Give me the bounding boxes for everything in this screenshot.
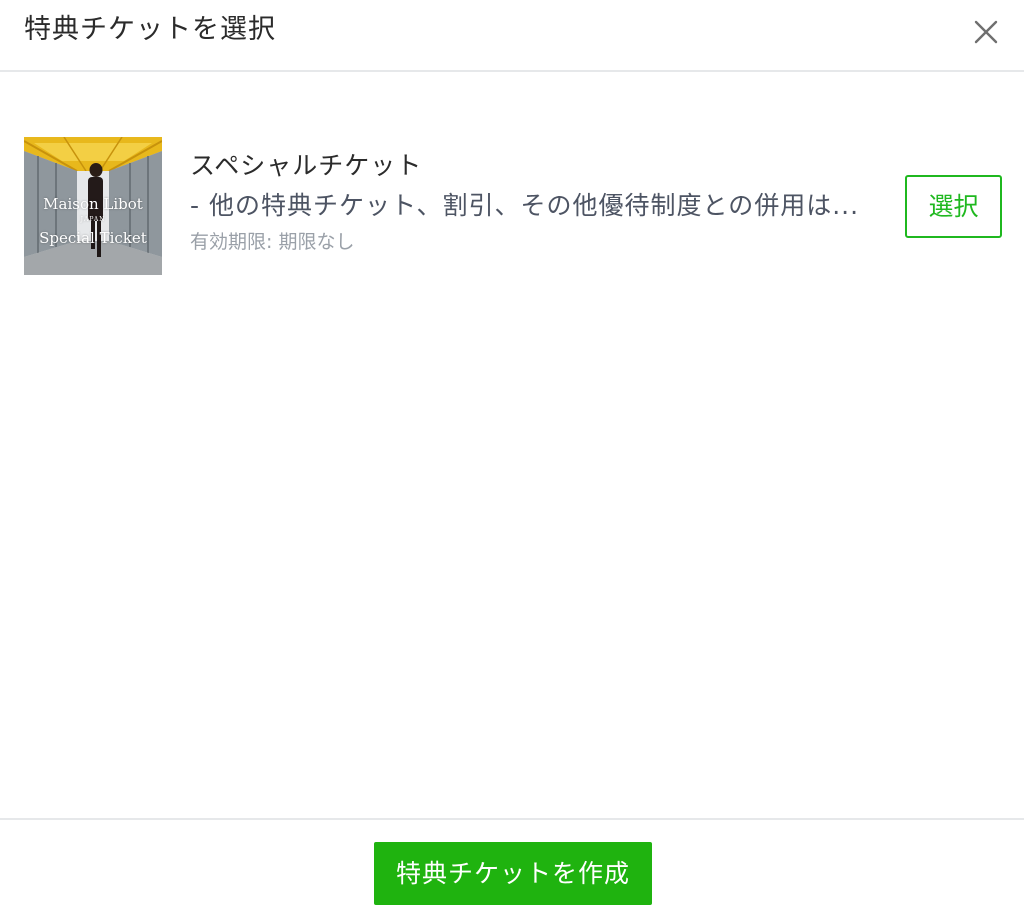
ticket-list-item: Maison Libot JAPAN Special Ticket スペシャルチ… — [24, 137, 1002, 275]
close-icon — [974, 20, 998, 44]
select-ticket-button[interactable]: 選択 — [905, 175, 1002, 238]
thumbnail-brand-text: Maison Libot — [43, 195, 143, 213]
select-ticket-modal: 特典チケットを選択 Maison Libot JAPAN Special Tic… — [0, 0, 1024, 919]
modal-header: 特典チケットを選択 — [0, 0, 1024, 72]
thumbnail-ticket-text: Special Ticket — [39, 229, 147, 247]
modal-title: 特典チケットを選択 — [24, 14, 276, 45]
close-button[interactable] — [966, 12, 1006, 52]
thumbnail-country-text: JAPAN — [80, 216, 106, 223]
modal-footer: 特典チケットを作成 — [0, 818, 1024, 919]
ticket-info: スペシャルチケット - 他の特典チケット、割引、その他優待制度との併用は... … — [190, 149, 890, 255]
create-ticket-button[interactable]: 特典チケットを作成 — [374, 842, 652, 905]
ticket-thumbnail: Maison Libot JAPAN Special Ticket — [24, 137, 162, 275]
ticket-expiry: 有効期限: 期限なし — [190, 231, 355, 253]
ticket-description: - 他の特典チケット、割引、その他優待制度との併用は... — [190, 191, 860, 220]
ticket-name: スペシャルチケット — [190, 151, 423, 180]
